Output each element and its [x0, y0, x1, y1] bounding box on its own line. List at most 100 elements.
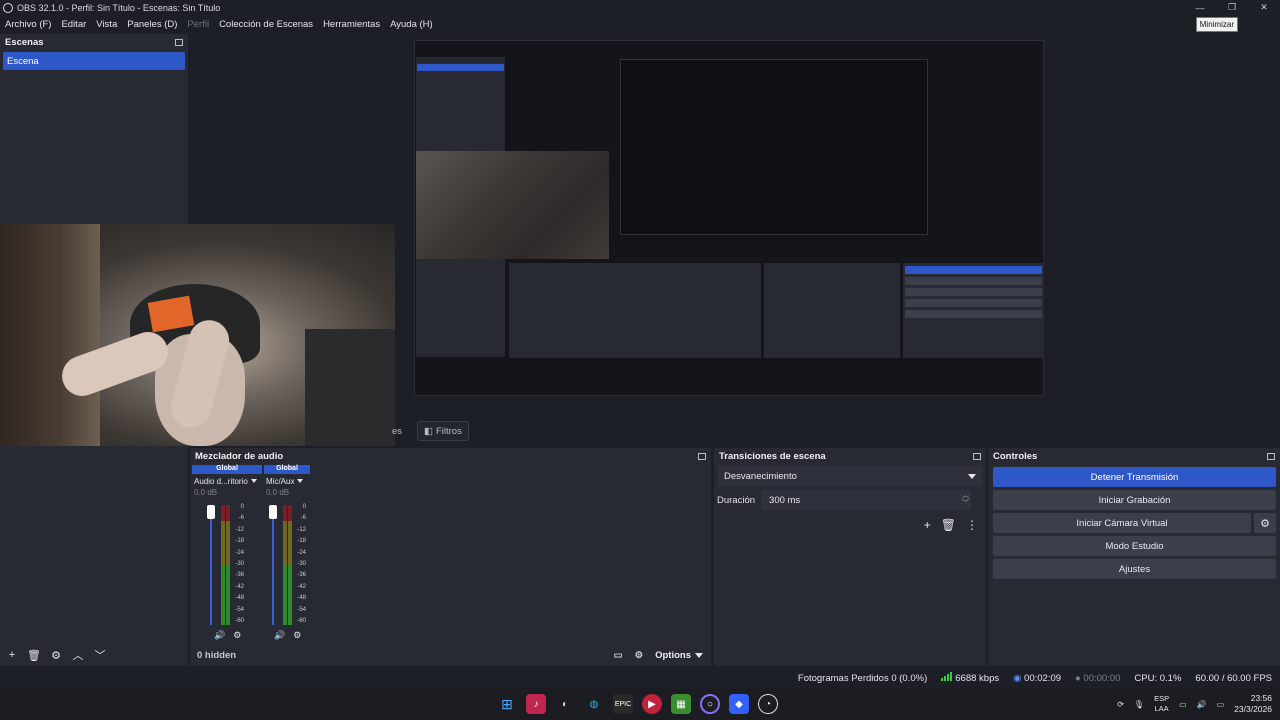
- bitrate-indicator: 6688 kbps: [941, 672, 999, 684]
- windows-start-icon[interactable]: ⊞: [497, 694, 517, 714]
- speaker-icon[interactable]: 🔊: [274, 630, 285, 641]
- channel-volume: 0.0 dB: [266, 488, 290, 497]
- stream-icon: ◉: [1013, 672, 1025, 684]
- obs-taskbar-icon[interactable]: ◔: [758, 694, 778, 714]
- roblox-app-icon[interactable]: ◆: [729, 694, 749, 714]
- chevron-down-icon: [250, 479, 257, 483]
- settings-button[interactable]: Ajustes: [993, 559, 1276, 579]
- scene-list-item[interactable]: Escena: [3, 52, 185, 70]
- microphone-icon[interactable]: 🎙: [1134, 700, 1144, 709]
- stop-stream-button[interactable]: Detener Transmisión: [993, 467, 1276, 487]
- source-context-bar: es ◧ Filtros: [190, 418, 1280, 444]
- monitor-icon[interactable]: ⚙: [293, 630, 301, 641]
- menu-docks[interactable]: Paneles (D): [124, 19, 180, 30]
- add-transition-icon[interactable]: +: [924, 518, 931, 532]
- options-label: Options: [655, 649, 691, 661]
- properties-tab-partial[interactable]: es: [386, 421, 408, 441]
- studio-mode-button[interactable]: Modo Estudio: [993, 536, 1276, 556]
- tiktok-app-icon[interactable]: ♪: [526, 694, 546, 714]
- monitor-icon[interactable]: ⚙: [233, 630, 241, 641]
- nested-inner-capture: [620, 59, 928, 235]
- volume-slider[interactable]: [210, 505, 212, 625]
- undock-icon[interactable]: [1267, 452, 1275, 460]
- duration-value: 300 ms: [769, 494, 801, 506]
- undock-icon[interactable]: [175, 38, 183, 46]
- minimize-button[interactable]: —: [1184, 0, 1216, 15]
- start-virtual-camera-button[interactable]: Iniciar Cámara Virtual: [993, 513, 1251, 533]
- duration-field[interactable]: 300 ms ︿ ﹀: [761, 490, 972, 510]
- scene-settings-icon[interactable]: ⚙: [48, 649, 64, 662]
- scenes-toolbar: + 🗑 ⚙ ︿ ﹀: [0, 644, 188, 666]
- nested-obs-capture: [414, 40, 1044, 396]
- transition-select[interactable]: Desvanecimiento: [718, 466, 982, 486]
- menu-edit[interactable]: Editar: [58, 19, 89, 30]
- move-up-icon[interactable]: ︿: [70, 647, 86, 663]
- display-icon[interactable]: ▭: [1179, 700, 1187, 709]
- remove-scene-icon[interactable]: 🗑: [26, 649, 42, 662]
- network-sync-icon[interactable]: ⟳: [1117, 700, 1124, 709]
- epic-games-icon[interactable]: EPIC: [613, 694, 633, 714]
- undock-icon[interactable]: [973, 452, 981, 460]
- obs-logo-icon: [3, 2, 13, 13]
- os-taskbar: ⊞ ♪ ◐ ◍ EPIC ▶ ▦ ○ ◆ ◔ ⟳ 🎙 ESP LAA ▭ 🔊 ▭…: [0, 688, 1280, 720]
- battery-icon[interactable]: ▭: [1217, 700, 1225, 709]
- scenes-dock-header: Escenas: [0, 34, 188, 50]
- controls-dock-title: Controles: [993, 450, 1038, 462]
- add-scene-icon[interactable]: +: [4, 649, 20, 661]
- remove-transition-icon[interactable]: 🗑: [941, 518, 956, 532]
- level-meter: [283, 505, 287, 625]
- mixer-dock-title: Mezclador de audio: [195, 450, 284, 462]
- channel-name-dropdown[interactable]: Audio d...ritorio: [192, 474, 262, 488]
- transition-toolbar: + 🗑 ⋮: [924, 518, 978, 532]
- nested-transitions-dock: [764, 263, 900, 358]
- mixer-channel-desktop: Global Audio d...ritorio 0.0 dB 0 -6 -12 -…: [192, 465, 262, 645]
- channel-icons: 🔊 ⚙: [214, 630, 241, 641]
- menu-profile[interactable]: Perfil: [184, 19, 212, 30]
- transitions-dock-header: Transiciones de escena: [714, 448, 986, 464]
- volume-slider[interactable]: [272, 505, 274, 625]
- move-down-icon[interactable]: ﹀: [92, 647, 108, 663]
- menu-view[interactable]: Vista: [93, 19, 120, 30]
- options-button[interactable]: Options: [655, 650, 703, 661]
- duration-label: Duración: [717, 494, 756, 506]
- close-button[interactable]: ✕: [1248, 0, 1280, 15]
- maximize-button[interactable]: ❐: [1216, 0, 1248, 15]
- volume-slider-handle[interactable]: [269, 505, 277, 519]
- discord-like-icon[interactable]: ○: [700, 694, 720, 714]
- clock-date: 23/3/2026: [1234, 704, 1272, 714]
- start-recording-button[interactable]: Iniciar Grabación: [993, 490, 1276, 510]
- mixer-dock-header: Mezclador de audio: [190, 448, 711, 464]
- filters-label: Filtros: [435, 425, 462, 437]
- volume-slider-handle[interactable]: [207, 505, 215, 519]
- menu-bar: Archivo (F) Editar Vista Paneles (D) Per…: [0, 15, 1280, 33]
- system-tray: ⟳ 🎙 ESP LAA ▭ 🔊 ▭ 23:56 23/3/2026: [1117, 688, 1280, 720]
- edge-browser-icon[interactable]: ◍: [584, 694, 604, 714]
- nested-control-btn: [905, 266, 1042, 274]
- channel-icons: 🔊 ⚙: [274, 630, 301, 641]
- more-options-icon[interactable]: ⋮: [966, 518, 978, 532]
- steam-app-icon[interactable]: ◐: [555, 694, 575, 714]
- speaker-icon[interactable]: 🔊: [214, 630, 225, 641]
- chevron-down-icon: [297, 479, 304, 483]
- filters-button[interactable]: ◧ Filtros: [417, 421, 469, 441]
- undock-icon[interactable]: [698, 452, 706, 460]
- channel-name-dropdown[interactable]: Mic/Aux: [264, 474, 310, 488]
- clock[interactable]: 23:56 23/3/2026: [1234, 693, 1272, 715]
- menu-scene-collection[interactable]: Colección de Escenas: [216, 19, 316, 30]
- menu-tools[interactable]: Herramientas: [320, 19, 383, 30]
- input-language[interactable]: ESP LAA: [1154, 694, 1169, 714]
- nested-controls-dock: [903, 263, 1044, 358]
- minecraft-launcher-icon[interactable]: ▦: [671, 694, 691, 714]
- advanced-audio-icon[interactable]: ⚙: [635, 650, 644, 661]
- volume-icon[interactable]: 🔊: [1197, 700, 1207, 709]
- menu-help[interactable]: Ayuda (H): [387, 19, 436, 30]
- fps-readout: 60.00 / 60.00 FPS: [1195, 672, 1272, 684]
- gear-icon[interactable]: ⚙: [1254, 513, 1276, 533]
- duration-spinner[interactable]: ︿ ﹀: [962, 492, 969, 508]
- signal-bars-icon: [941, 672, 953, 681]
- window-controls: — ❐ ✕: [1184, 0, 1280, 15]
- layout-toggle-icon[interactable]: ▭: [614, 650, 623, 661]
- filters-icon: ◧: [424, 425, 433, 437]
- media-player-icon[interactable]: ▶: [642, 694, 662, 714]
- menu-file[interactable]: Archivo (F): [2, 19, 54, 30]
